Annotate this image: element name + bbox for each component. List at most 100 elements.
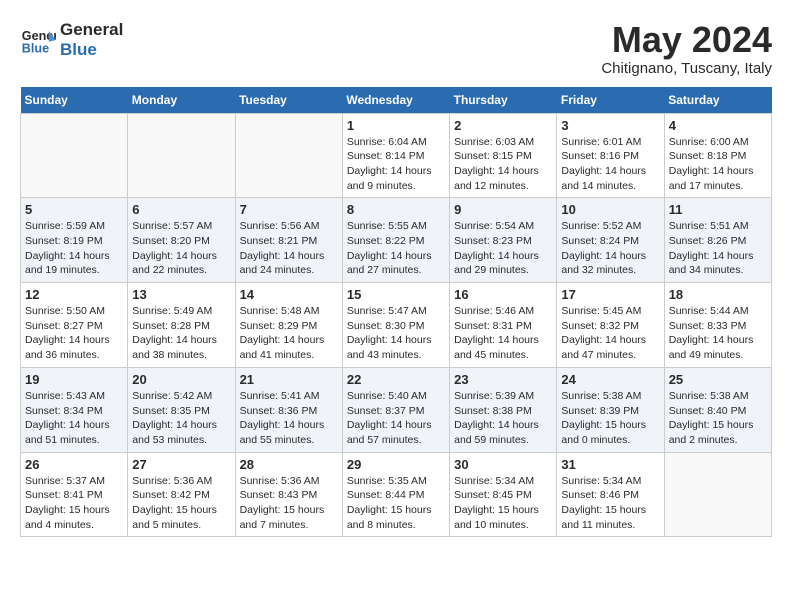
day-info: Sunrise: 5:38 AM Sunset: 8:39 PM Dayligh… — [561, 389, 659, 448]
calendar-cell: 3 Sunrise: 6:01 AM Sunset: 8:16 PM Daylig… — [557, 113, 664, 198]
calendar-cell: 21 Sunrise: 5:41 AM Sunset: 8:36 PM Dayli… — [235, 367, 342, 452]
day-info: Sunrise: 6:04 AM Sunset: 8:14 PM Dayligh… — [347, 135, 445, 194]
calendar-cell — [128, 113, 235, 198]
week-row-5: 26 Sunrise: 5:37 AM Sunset: 8:41 PM Dayli… — [21, 452, 772, 537]
calendar-cell: 23 Sunrise: 5:39 AM Sunset: 8:38 PM Dayli… — [450, 367, 557, 452]
calendar-cell — [235, 113, 342, 198]
day-number: 1 — [347, 118, 445, 133]
calendar-cell: 24 Sunrise: 5:38 AM Sunset: 8:39 PM Dayli… — [557, 367, 664, 452]
logo-general-text: General — [60, 20, 123, 40]
week-row-4: 19Sunrise: 5:43 AM Sunset: 8:34 PM Dayli… — [21, 367, 772, 452]
calendar-cell: 26 Sunrise: 5:37 AM Sunset: 8:41 PM Dayli… — [21, 452, 128, 537]
calendar-cell: 18 Sunrise: 5:44 AM Sunset: 8:33 PM Dayli… — [664, 283, 771, 368]
col-header-friday: Friday — [557, 87, 664, 114]
calendar-cell: 6Sunrise: 5:57 AM Sunset: 8:20 PM Daylig… — [128, 198, 235, 283]
col-header-thursday: Thursday — [450, 87, 557, 114]
logo-blue-text: Blue — [60, 40, 123, 60]
calendar-cell: 28Sunrise: 5:36 AM Sunset: 8:43 PM Dayli… — [235, 452, 342, 537]
calendar-cell: 10Sunrise: 5:52 AM Sunset: 8:24 PM Dayli… — [557, 198, 664, 283]
calendar-cell: 12Sunrise: 5:50 AM Sunset: 8:27 PM Dayli… — [21, 283, 128, 368]
week-row-3: 12Sunrise: 5:50 AM Sunset: 8:27 PM Dayli… — [21, 283, 772, 368]
page-header: General Blue General Blue May 2024 Chiti… — [20, 20, 772, 77]
day-number: 22 — [347, 372, 445, 387]
day-info: Sunrise: 5:43 AM Sunset: 8:34 PM Dayligh… — [25, 389, 123, 448]
day-number: 4 — [669, 118, 767, 133]
day-number: 15 — [347, 287, 445, 302]
day-info: Sunrise: 5:49 AM Sunset: 8:28 PM Dayligh… — [132, 304, 230, 363]
calendar-cell: 19Sunrise: 5:43 AM Sunset: 8:34 PM Dayli… — [21, 367, 128, 452]
location-subtitle: Chitignano, Tuscany, Italy — [601, 60, 772, 77]
calendar-cell: 7Sunrise: 5:56 AM Sunset: 8:21 PM Daylig… — [235, 198, 342, 283]
logo-icon: General Blue — [20, 22, 56, 58]
calendar-cell: 8 Sunrise: 5:55 AM Sunset: 8:22 PM Daylig… — [342, 198, 449, 283]
calendar-cell — [664, 452, 771, 537]
day-info: Sunrise: 5:35 AM Sunset: 8:44 PM Dayligh… — [347, 474, 445, 533]
day-info: Sunrise: 6:01 AM Sunset: 8:16 PM Dayligh… — [561, 135, 659, 194]
day-info: Sunrise: 5:34 AM Sunset: 8:46 PM Dayligh… — [561, 474, 659, 533]
day-info: Sunrise: 5:37 AM Sunset: 8:41 PM Dayligh… — [25, 474, 123, 533]
col-header-monday: Monday — [128, 87, 235, 114]
day-info: Sunrise: 5:38 AM Sunset: 8:40 PM Dayligh… — [669, 389, 767, 448]
calendar-cell: 9 Sunrise: 5:54 AM Sunset: 8:23 PM Daylig… — [450, 198, 557, 283]
day-info: Sunrise: 5:36 AM Sunset: 8:42 PM Dayligh… — [132, 474, 230, 533]
col-header-wednesday: Wednesday — [342, 87, 449, 114]
calendar-cell: 13 Sunrise: 5:49 AM Sunset: 8:28 PM Dayli… — [128, 283, 235, 368]
day-info: Sunrise: 5:48 AM Sunset: 8:29 PM Dayligh… — [240, 304, 338, 363]
month-title: May 2024 — [601, 20, 772, 60]
calendar-cell: 25 Sunrise: 5:38 AM Sunset: 8:40 PM Dayli… — [664, 367, 771, 452]
day-number: 16 — [454, 287, 552, 302]
calendar-cell: 30Sunrise: 5:34 AM Sunset: 8:45 PM Dayli… — [450, 452, 557, 537]
logo: General Blue General Blue — [20, 20, 123, 61]
col-header-saturday: Saturday — [664, 87, 771, 114]
day-info: Sunrise: 5:39 AM Sunset: 8:38 PM Dayligh… — [454, 389, 552, 448]
day-info: Sunrise: 5:44 AM Sunset: 8:33 PM Dayligh… — [669, 304, 767, 363]
day-number: 13 — [132, 287, 230, 302]
day-number: 3 — [561, 118, 659, 133]
day-number: 9 — [454, 202, 552, 217]
day-number: 12 — [25, 287, 123, 302]
day-number: 24 — [561, 372, 659, 387]
day-number: 20 — [132, 372, 230, 387]
day-info: Sunrise: 5:40 AM Sunset: 8:37 PM Dayligh… — [347, 389, 445, 448]
week-row-2: 5 Sunrise: 5:59 AM Sunset: 8:19 PM Daylig… — [21, 198, 772, 283]
day-number: 23 — [454, 372, 552, 387]
day-number: 27 — [132, 457, 230, 472]
calendar-cell: 11 Sunrise: 5:51 AM Sunset: 8:26 PM Dayli… — [664, 198, 771, 283]
day-info: Sunrise: 5:46 AM Sunset: 8:31 PM Dayligh… — [454, 304, 552, 363]
calendar-cell: 29Sunrise: 5:35 AM Sunset: 8:44 PM Dayli… — [342, 452, 449, 537]
day-info: Sunrise: 5:51 AM Sunset: 8:26 PM Dayligh… — [669, 219, 767, 278]
day-info: Sunrise: 5:55 AM Sunset: 8:22 PM Dayligh… — [347, 219, 445, 278]
calendar-cell: 16 Sunrise: 5:46 AM Sunset: 8:31 PM Dayli… — [450, 283, 557, 368]
col-header-tuesday: Tuesday — [235, 87, 342, 114]
calendar-cell: 1 Sunrise: 6:04 AM Sunset: 8:14 PM Daylig… — [342, 113, 449, 198]
calendar-cell: 4Sunrise: 6:00 AM Sunset: 8:18 PM Daylig… — [664, 113, 771, 198]
day-info: Sunrise: 5:41 AM Sunset: 8:36 PM Dayligh… — [240, 389, 338, 448]
day-number: 8 — [347, 202, 445, 217]
day-number: 31 — [561, 457, 659, 472]
day-number: 21 — [240, 372, 338, 387]
day-number: 30 — [454, 457, 552, 472]
header-row: SundayMondayTuesdayWednesdayThursdayFrid… — [21, 87, 772, 114]
day-info: Sunrise: 5:54 AM Sunset: 8:23 PM Dayligh… — [454, 219, 552, 278]
day-info: Sunrise: 5:45 AM Sunset: 8:32 PM Dayligh… — [561, 304, 659, 363]
calendar-cell: 20 Sunrise: 5:42 AM Sunset: 8:35 PM Dayli… — [128, 367, 235, 452]
day-info: Sunrise: 5:42 AM Sunset: 8:35 PM Dayligh… — [132, 389, 230, 448]
day-number: 2 — [454, 118, 552, 133]
week-row-1: 1 Sunrise: 6:04 AM Sunset: 8:14 PM Daylig… — [21, 113, 772, 198]
day-number: 26 — [25, 457, 123, 472]
calendar-cell: 2 Sunrise: 6:03 AM Sunset: 8:15 PM Daylig… — [450, 113, 557, 198]
calendar-cell — [21, 113, 128, 198]
day-number: 17 — [561, 287, 659, 302]
calendar-table: SundayMondayTuesdayWednesdayThursdayFrid… — [20, 87, 772, 538]
day-number: 5 — [25, 202, 123, 217]
calendar-cell: 22 Sunrise: 5:40 AM Sunset: 8:37 PM Dayli… — [342, 367, 449, 452]
day-number: 25 — [669, 372, 767, 387]
day-number: 11 — [669, 202, 767, 217]
calendar-cell: 27 Sunrise: 5:36 AM Sunset: 8:42 PM Dayli… — [128, 452, 235, 537]
day-info: Sunrise: 5:59 AM Sunset: 8:19 PM Dayligh… — [25, 219, 123, 278]
day-info: Sunrise: 5:56 AM Sunset: 8:21 PM Dayligh… — [240, 219, 338, 278]
day-info: Sunrise: 5:52 AM Sunset: 8:24 PM Dayligh… — [561, 219, 659, 278]
day-number: 28 — [240, 457, 338, 472]
day-info: Sunrise: 6:03 AM Sunset: 8:15 PM Dayligh… — [454, 135, 552, 194]
day-number: 18 — [669, 287, 767, 302]
